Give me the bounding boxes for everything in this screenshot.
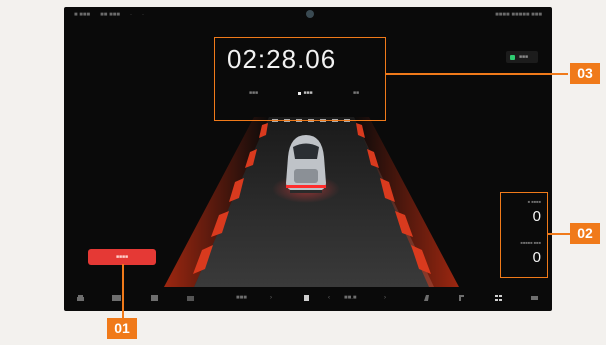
car-display-screen: ■ ■■■ ■■ ■■■ · · ■■■■ ■■■■■ ■■■ ■■■ 02:2… bbox=[64, 7, 552, 311]
lap-timer-panel: 02:28.06 ■■■ ■■■ ■■ bbox=[214, 37, 386, 121]
lap-marker-icon bbox=[298, 91, 302, 95]
chevron-right-icon[interactable]: › bbox=[270, 295, 272, 301]
callout-line-01 bbox=[122, 264, 124, 318]
media-icon[interactable] bbox=[112, 294, 121, 302]
lap-timer: 02:28.06 bbox=[227, 44, 337, 74]
camera-icon[interactable] bbox=[186, 294, 195, 302]
volume-icon[interactable] bbox=[530, 294, 539, 302]
callout-02: 02 bbox=[570, 223, 600, 244]
music-icon[interactable] bbox=[456, 294, 465, 302]
stat-value-top: 0 bbox=[532, 208, 541, 225]
fan-icon[interactable] bbox=[302, 294, 311, 302]
temperature-left[interactable]: ■■■ bbox=[236, 295, 247, 301]
start-button[interactable]: ■■■■ bbox=[88, 249, 156, 265]
seat-heat-icon[interactable] bbox=[422, 294, 431, 302]
car-icon bbox=[286, 135, 326, 193]
stat-label-top: ■ ■■■■ bbox=[527, 199, 541, 204]
chevron-left-icon[interactable]: ‹ bbox=[328, 295, 330, 301]
lap-current: ■■■ bbox=[298, 90, 313, 96]
callout-03: 03 bbox=[570, 63, 600, 84]
grid-menu-icon[interactable] bbox=[494, 294, 503, 302]
callout-line-03 bbox=[385, 73, 568, 75]
stat-value-bottom: 0 bbox=[532, 249, 541, 266]
lap-next: ■■ bbox=[352, 90, 359, 96]
stat-label-bottom: ■■■■■ ■■■ bbox=[520, 240, 541, 245]
apps-icon[interactable] bbox=[150, 294, 159, 302]
callout-01: 01 bbox=[107, 318, 137, 339]
callout-line-02 bbox=[548, 233, 570, 235]
stats-panel: ■ ■■■■ 0 ■■■■■ ■■■ 0 bbox=[500, 192, 548, 278]
bottom-nav-bar: ■■■ › ‹ ■■.■ › bbox=[64, 287, 552, 311]
lap-previous: ■■■ bbox=[249, 90, 259, 96]
lap-indicators: ■■■ ■■■ ■■ bbox=[249, 90, 359, 96]
temperature-right[interactable]: ■■.■ bbox=[344, 295, 357, 301]
chevron-right-icon[interactable]: › bbox=[384, 295, 386, 301]
car-icon[interactable] bbox=[76, 294, 85, 302]
